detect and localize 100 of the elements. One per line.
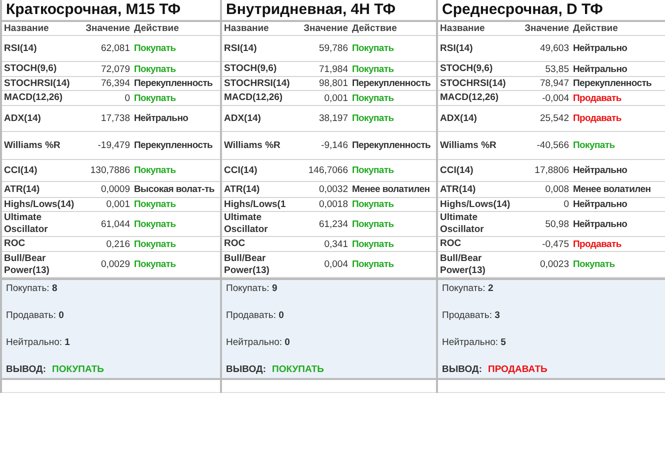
column-header: Название [440,23,485,34]
indicator-name: RSI(14) [440,42,473,54]
indicator-value: 0,004 [324,259,348,270]
indicator-value: 17,8806 [534,165,569,176]
action-signal: Покупать [134,92,176,104]
indicator-value: 38,197 [318,113,348,124]
action-signal: Покупать [352,43,394,54]
verdict-value: ПОКУПАТЬ [52,364,104,375]
action-signal: Покупать [352,113,394,124]
verdict-value: ПРОДАВАТЬ [488,364,548,375]
indicator-value: 98,801 [318,78,348,89]
indicator-name: ADX(14) [440,112,477,124]
indicator-value: 0,008 [545,184,569,195]
indicator-value: 50,98 [545,218,569,230]
indicator-name: Ultimate Oscillator [4,212,49,236]
signal-count: Нейтрально: 0 [226,337,291,348]
signal-count: Покупать: 2 [442,283,494,294]
indicator-name: CCI(14) [440,164,474,176]
action-signal: Покупать [134,218,176,230]
panel-title: Внутридневная, 4H ТФ [225,0,397,20]
indicator-value: 25,542 [540,113,569,124]
indicator-name: ATR(14) [4,184,40,196]
indicator-value: 146,7066 [308,165,348,176]
action-signal: Покупать [134,43,176,54]
indicator-name: CCI(14) [224,164,258,176]
indicator-name: ROC [4,238,26,250]
indicator-name: CCI(14) [4,164,38,176]
action-signal: Нейтрально [573,218,628,230]
indicator-name: MACD(12,26) [440,92,499,104]
indicator-name: Highs/Lows(14) [440,198,510,210]
action-signal: Перекупленность [352,140,431,151]
indicator-value: 130,7886 [90,165,130,176]
column-header: Действие [352,23,397,34]
action-signal: Перекупленность [134,140,213,151]
action-signal: Нейтрально [573,43,628,54]
indicator-value: -0,004 [542,92,569,104]
column-header: Название [224,23,269,34]
action-signal: Покупать [573,259,615,270]
panel-title: Краткосрочная, M15 ТФ [5,0,182,20]
indicator-value: 61,234 [318,218,348,230]
action-signal: Нейтрально [134,113,188,124]
indicator-name: MACD(12,26) [4,92,63,104]
indicator-value: 76,394 [100,78,130,89]
action-signal: Высокая волат-ть [134,184,214,195]
indicator-name: Williams %R [440,140,496,152]
action-signal: Покупать [352,64,394,74]
action-signal: Покупать [134,64,176,74]
indicator-value: 0 [564,199,569,210]
indicator-name: RSI(14) [4,42,37,54]
indicator-value: 0,341 [324,238,348,250]
indicator-value: -9,146 [321,140,348,151]
indicator-value: 0,0009 [100,184,130,195]
indicator-name: Williams %R [224,140,280,152]
indicator-value: 49,603 [540,43,569,54]
indicator-name: Ultimate Oscillator [224,212,269,236]
indicator-name: Bull/Bear Power(13) [440,252,486,276]
signal-count: Нейтрально: 5 [442,337,507,348]
indicator-name: ROC [224,238,246,250]
action-signal: Покупать [352,92,394,104]
indicator-name: STOCHRSI(14) [440,78,506,90]
action-signal: Продавать [573,92,622,104]
action-signal: Менее волатилен [573,184,651,195]
action-signal: Менее волатилен [352,184,430,195]
column-header: Значение [304,23,348,34]
action-signal: Нейтрально [573,199,628,210]
indicator-value: 0,0023 [540,259,569,270]
action-signal: Покупать [134,199,176,210]
signal-count: Продавать: 0 [226,310,285,321]
indicator-value: 0,001 [106,199,130,210]
action-signal: Перекупленность [134,78,213,89]
panel-title: Среднесрочная, D ТФ [441,0,604,20]
indicator-name: ATR(14) [440,184,476,196]
signal-count: Покупать: 9 [226,283,278,294]
indicator-value: 17,738 [100,113,130,124]
indicator-value: -0,475 [542,238,569,250]
signal-count: Покупать: 8 [6,283,58,294]
indicator-name: Bull/Bear Power(13) [224,252,270,276]
signal-count: Нейтрально: 1 [6,337,71,348]
column-header: Значение [524,23,569,34]
indicator-value: 71,984 [318,64,348,74]
action-signal: Перекупленность [352,78,431,89]
indicator-value: 72,079 [100,64,130,74]
action-signal: Нейтрально [573,64,628,74]
action-signal: Покупать [134,165,176,176]
signal-count: Продавать: 0 [6,310,65,321]
indicator-value: 59,786 [318,43,348,54]
action-signal: Покупать [352,238,394,250]
action-signal: Покупать [573,140,615,151]
indicator-name: Ultimate Oscillator [440,212,485,236]
action-signal: Покупать [134,259,176,270]
action-signal: Нейтрально [573,165,628,176]
indicator-name: Williams %R [4,140,60,152]
indicator-name: STOCHRSI(14) [224,78,290,90]
verdict-label: ВЫВОД: [442,364,482,375]
column-header: Значение [86,23,130,34]
column-header: Действие [134,23,179,34]
action-signal: Покупать [352,259,394,270]
indicator-value: 78,947 [540,78,569,89]
column-header: Название [4,23,49,34]
verdict-value: ПОКУПАТЬ [272,364,324,375]
